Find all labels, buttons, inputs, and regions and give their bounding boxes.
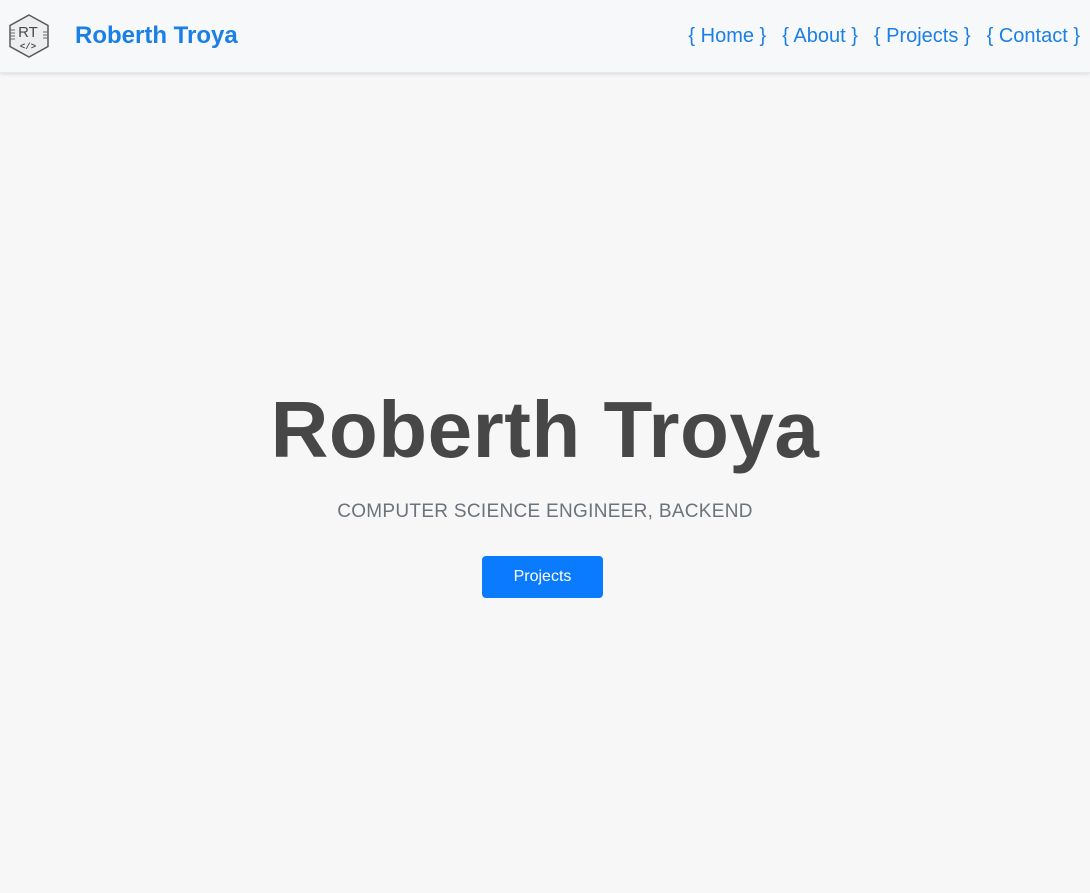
nav-link-home[interactable]: { Home } [688,24,766,48]
logo-icon[interactable]: RT </> [8,14,50,58]
navbar: RT </> Roberth Troya { Home } { About } … [0,0,1090,73]
hero-title: Roberth Troya [270,385,820,474]
nav-link-projects[interactable]: { Projects } [874,24,971,48]
projects-button[interactable]: Projects [482,556,603,598]
brand-link[interactable]: Roberth Troya [75,22,238,50]
nav-link-about[interactable]: { About } [782,24,858,48]
svg-text:RT: RT [18,24,38,41]
svg-text:</>: </> [20,42,36,52]
main-nav: { Home } { About } { Projects } { Contac… [672,24,1080,48]
nav-link-contact[interactable]: { Contact } [987,24,1080,48]
hero-subtitle: COMPUTER SCIENCE ENGINEER, BACKEND [337,501,753,522]
